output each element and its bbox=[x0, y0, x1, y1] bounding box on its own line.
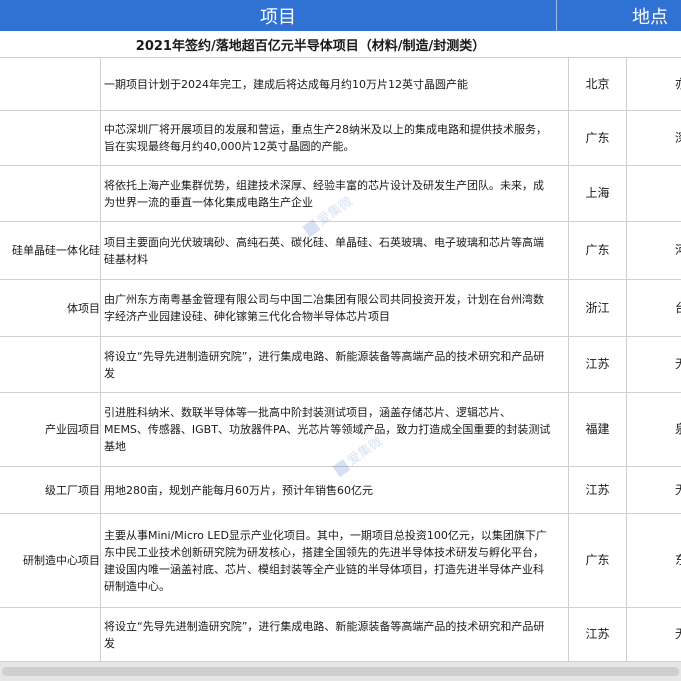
project-name-cell: 级工厂项目 bbox=[0, 467, 101, 513]
project-name-cell: 研制造中心项目 bbox=[0, 514, 101, 607]
project-location-cell: 北京 bbox=[569, 58, 627, 110]
project-location-cell: 福建 bbox=[569, 393, 627, 466]
project-name-cell: 体项目 bbox=[0, 280, 101, 336]
scrollbar-thumb[interactable] bbox=[2, 667, 679, 676]
project-description-cell: 将设立“先导先进制造研究院”，进行集成电路、新能源装备等高端产品的技术研究和产品… bbox=[101, 337, 569, 392]
project-name-cell: 产业园项目 bbox=[0, 393, 101, 466]
project-city-cell: 泉 bbox=[674, 422, 681, 436]
project-city-cell: 东 bbox=[674, 553, 681, 567]
project-name-cell bbox=[0, 608, 101, 661]
project-city-cell: 亦 bbox=[674, 76, 681, 91]
project-name-cell bbox=[0, 337, 101, 392]
project-location-cell: 江苏 bbox=[569, 608, 627, 661]
project-description-cell: 由广州东方南粤基金管理有限公司与中国二冶集团有限公司共同投资开发，计划在台州湾数… bbox=[101, 280, 569, 336]
table-row[interactable]: 将设立“先导先进制造研究院”，进行集成电路、新能源装备等高端产品的技术研究和产品… bbox=[0, 608, 681, 661]
table-row[interactable]: 将设立“先导先进制造研究院”，进行集成电路、新能源装备等高端产品的技术研究和产品… bbox=[0, 337, 681, 393]
project-city-cell bbox=[627, 166, 681, 221]
project-location-cell: 上海 bbox=[569, 166, 627, 221]
project-city-cell: 台 bbox=[674, 300, 681, 315]
project-city-cell: 无 bbox=[674, 482, 681, 497]
project-city-cell: 无 bbox=[674, 627, 681, 641]
project-city-cell: 深 bbox=[674, 130, 681, 145]
project-location-cell: 江苏 bbox=[569, 337, 627, 392]
project-location-cell: 广东 bbox=[569, 111, 627, 165]
column-header-project[interactable]: 项目 bbox=[0, 0, 557, 31]
project-city-cell: 无 bbox=[674, 357, 681, 371]
project-description-cell: 将依托上海产业集群优势，组建技术深厚、经验丰富的芯片设计及研发生产团队。未来，成… bbox=[101, 166, 569, 221]
horizontal-scrollbar[interactable] bbox=[0, 661, 681, 681]
table-row[interactable]: 级工厂项目 用地280亩，规划产能每月60万片，预计年销售60亿元 江苏 无 bbox=[0, 467, 681, 514]
project-description-cell: 项目主要面向光伏玻璃砂、高纯石英、碳化硅、单晶硅、石英玻璃、电子玻璃和芯片等高端… bbox=[101, 222, 569, 279]
table-row[interactable]: 将依托上海产业集群优势，组建技术深厚、经验丰富的芯片设计及研发生产团队。未来，成… bbox=[0, 166, 681, 222]
column-header-location[interactable]: 地点 bbox=[557, 0, 681, 31]
project-description-cell: 用地280亩，规划产能每月60万片，预计年销售60亿元 bbox=[101, 467, 569, 513]
project-location-cell: 江苏 bbox=[569, 467, 627, 513]
project-name-cell bbox=[0, 111, 101, 165]
project-name-cell: 硅单晶硅一体化硅 bbox=[0, 222, 101, 279]
project-description-cell: 引进胜科纳米、数联半导体等一批高中阶封装测试项目，涵盖存储芯片、逻辑芯片、MEM… bbox=[101, 393, 569, 466]
table-row[interactable]: 产业园项目 引进胜科纳米、数联半导体等一批高中阶封装测试项目，涵盖存储芯片、逻辑… bbox=[0, 393, 681, 467]
project-location-cell: 浙江 bbox=[569, 280, 627, 336]
project-location-cell: 广东 bbox=[569, 514, 627, 607]
table-subtitle: 2021年签约/落地超百亿元半导体项目（材料/制造/封测类） bbox=[0, 31, 681, 58]
table-row[interactable]: 一期项目计划于2024年完工，建成后将达成每月约10万片12英寸晶圆产能 北京 … bbox=[0, 58, 681, 111]
table-row[interactable]: 中芯深圳厂将开展项目的发展和营运，重点生产28纳米及以上的集成电路和提供技术服务… bbox=[0, 111, 681, 166]
table-row[interactable]: 研制造中心项目 主要从事Mini/Micro LED显示产业化项目。其中，一期项… bbox=[0, 514, 681, 608]
project-description-cell: 中芯深圳厂将开展项目的发展和营运，重点生产28纳米及以上的集成电路和提供技术服务… bbox=[101, 111, 569, 165]
project-description-cell: 主要从事Mini/Micro LED显示产业化项目。其中，一期项目总投资100亿… bbox=[101, 514, 569, 607]
table-row[interactable]: 体项目 由广州东方南粤基金管理有限公司与中国二冶集团有限公司共同投资开发，计划在… bbox=[0, 280, 681, 337]
project-name-cell bbox=[0, 166, 101, 221]
project-location-cell: 广东 bbox=[569, 222, 627, 279]
project-name-cell bbox=[0, 58, 101, 110]
project-description-cell: 将设立“先导先进制造研究院”，进行集成电路、新能源装备等高端产品的技术研究和产品… bbox=[101, 608, 569, 661]
project-description-cell: 一期项目计划于2024年完工，建成后将达成每月约10万片12英寸晶圆产能 bbox=[101, 58, 569, 110]
table-row[interactable]: 硅单晶硅一体化硅 项目主要面向光伏玻璃砂、高纯石英、碳化硅、单晶硅、石英玻璃、电… bbox=[0, 222, 681, 280]
spreadsheet-view: 项目 地点 2021年签约/落地超百亿元半导体项目（材料/制造/封测类） 一期项… bbox=[0, 0, 681, 681]
project-city-cell: 河 bbox=[674, 243, 681, 257]
